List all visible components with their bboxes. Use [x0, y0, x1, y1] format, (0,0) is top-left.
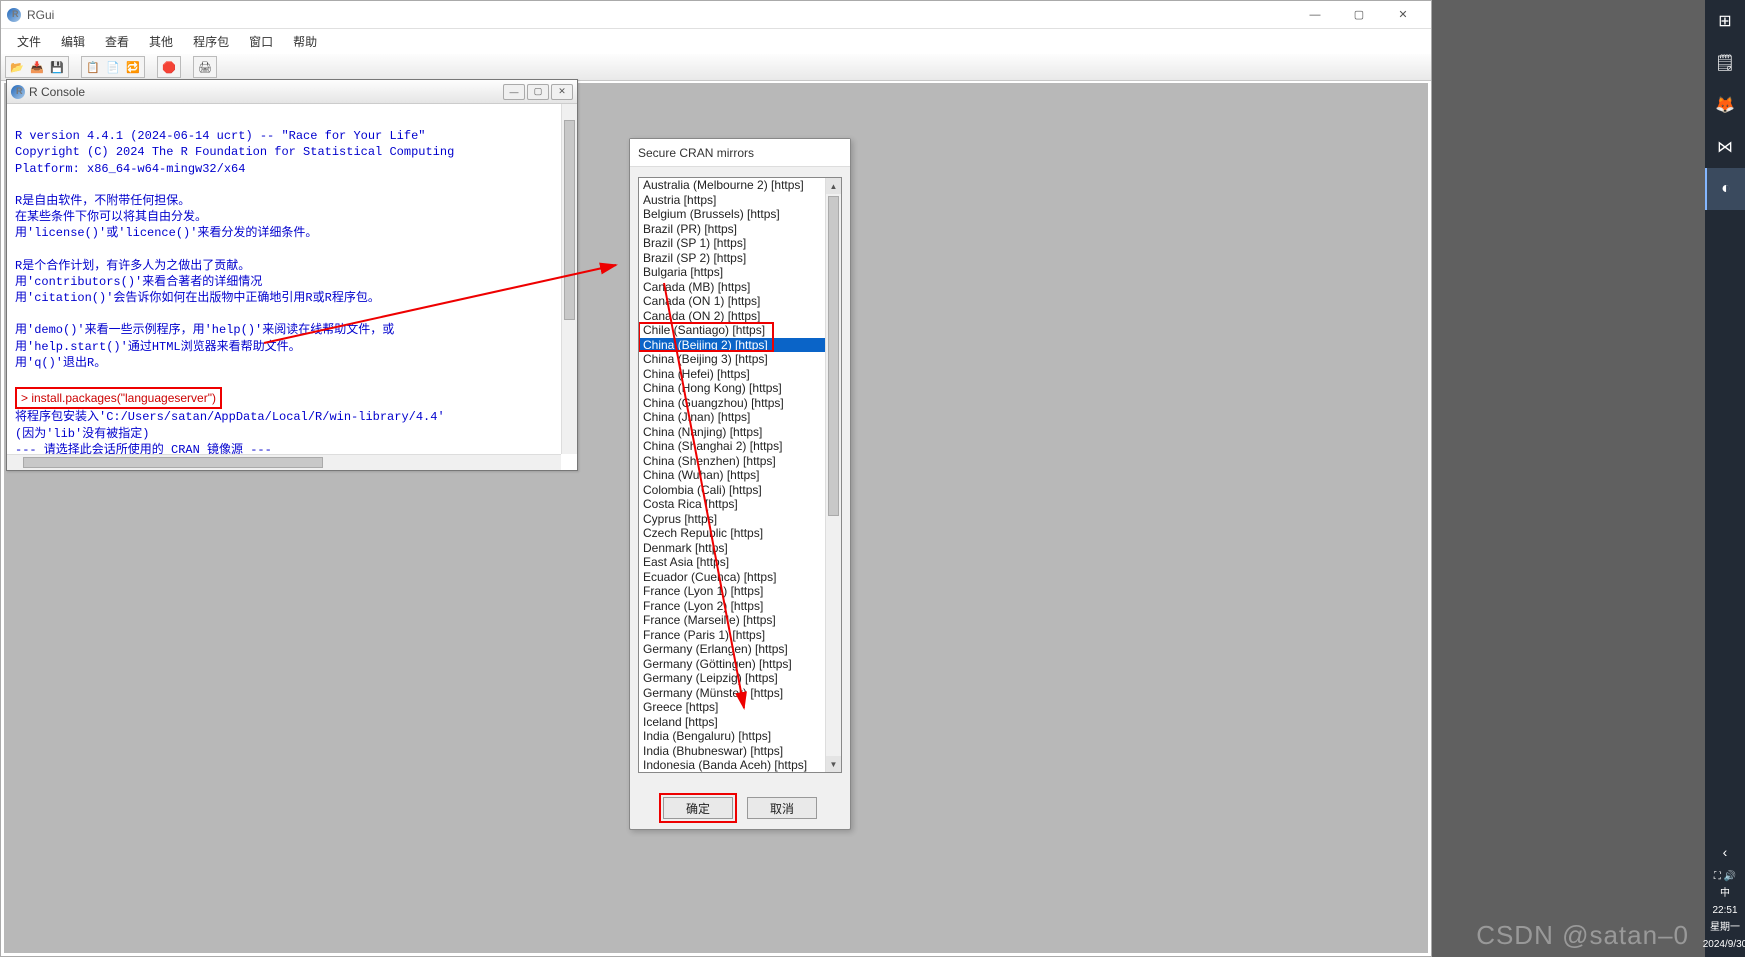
- mirror-list-item[interactable]: Ecuador (Cuenca) [https]: [639, 570, 825, 585]
- mirror-list-item[interactable]: Bulgaria [https]: [639, 265, 825, 280]
- r-console-icon: [11, 85, 25, 99]
- mirror-list-item[interactable]: China (Jinan) [https]: [639, 410, 825, 425]
- mirror-list-item[interactable]: India (Bhubneswar) [https]: [639, 744, 825, 759]
- clock-time[interactable]: 22:51: [1712, 904, 1737, 917]
- mirror-list-item[interactable]: Costa Rica [https]: [639, 497, 825, 512]
- menu-edit[interactable]: 编辑: [51, 31, 95, 52]
- vscode-icon[interactable]: ⋈: [1705, 126, 1745, 168]
- mirror-list-item[interactable]: Canada (ON 1) [https]: [639, 294, 825, 309]
- mirror-list-item[interactable]: France (Paris 1) [https]: [639, 628, 825, 643]
- copy-icon[interactable]: 📋: [83, 58, 103, 76]
- close-button[interactable]: ✕: [1381, 2, 1425, 28]
- stop-icon[interactable]: 🛑: [159, 58, 179, 76]
- console-title: R Console: [29, 85, 85, 99]
- scroll-down-icon[interactable]: ▼: [826, 756, 841, 772]
- mirror-list-item[interactable]: Denmark [https]: [639, 541, 825, 556]
- chevron-icon[interactable]: ‹: [1705, 838, 1745, 866]
- print-icon[interactable]: 🖨: [195, 58, 215, 76]
- cran-mirrors-dialog: Secure CRAN mirrors Australia (Melbourne…: [629, 138, 851, 830]
- ok-button[interactable]: 确定: [663, 797, 733, 819]
- rstudio-icon[interactable]: ◐: [1705, 168, 1745, 210]
- menu-misc[interactable]: 其他: [139, 31, 183, 52]
- console-output[interactable]: R version 4.4.1 (2024-06-14 ucrt) -- "Ra…: [7, 104, 577, 470]
- mirror-list-item[interactable]: East Asia [https]: [639, 555, 825, 570]
- mirror-list-item[interactable]: China (Hong Kong) [https]: [639, 381, 825, 396]
- console-maximize-button[interactable]: ▢: [527, 84, 549, 100]
- csdn-watermark: CSDN @satan–0: [1476, 920, 1689, 951]
- open-icon[interactable]: 📂: [7, 58, 27, 76]
- mirror-list-item[interactable]: China (Shanghai 2) [https]: [639, 439, 825, 454]
- menu-packages[interactable]: 程序包: [183, 31, 239, 52]
- menu-window[interactable]: 窗口: [239, 31, 283, 52]
- mirror-list-item[interactable]: China (Hefei) [https]: [639, 367, 825, 382]
- scrollbar-thumb[interactable]: [828, 196, 839, 516]
- mirror-list-item[interactable]: China (Beijing 3) [https]: [639, 352, 825, 367]
- mirror-list-item[interactable]: Austria [https]: [639, 193, 825, 208]
- mirror-list-item[interactable]: Brazil (PR) [https]: [639, 222, 825, 237]
- mirror-list-item[interactable]: Iceland [https]: [639, 715, 825, 730]
- list-vertical-scrollbar[interactable]: ▲ ▼: [825, 178, 841, 772]
- start-icon[interactable]: ⊞: [1705, 0, 1745, 42]
- r-console-window: R Console — ▢ ✕ R version 4.4.1 (2024-06…: [6, 79, 578, 471]
- minimize-button[interactable]: —: [1293, 2, 1337, 28]
- mirror-list-item[interactable]: China (Shenzhen) [https]: [639, 454, 825, 469]
- mirror-list-item[interactable]: Belgium (Brussels) [https]: [639, 207, 825, 222]
- mirror-list-item[interactable]: Indonesia (Banda Aceh) [https]: [639, 758, 825, 772]
- mirror-list-item[interactable]: France (Lyon 1) [https]: [639, 584, 825, 599]
- mirror-list-item[interactable]: Brazil (SP 1) [https]: [639, 236, 825, 251]
- dialog-title[interactable]: Secure CRAN mirrors: [630, 139, 850, 167]
- mirror-listbox[interactable]: Australia (Melbourne 2) [https]Austria […: [638, 177, 842, 773]
- scroll-up-icon[interactable]: ▲: [826, 178, 841, 194]
- mirror-list-item[interactable]: India (Bengaluru) [https]: [639, 729, 825, 744]
- console-horizontal-scrollbar[interactable]: [7, 454, 561, 470]
- mirror-list-item[interactable]: Colombia (Cali) [https]: [639, 483, 825, 498]
- maximize-button[interactable]: ▢: [1337, 2, 1381, 28]
- mirror-list-item[interactable]: France (Marseille) [https]: [639, 613, 825, 628]
- mirror-list-item[interactable]: China (Nanjing) [https]: [639, 425, 825, 440]
- clock-date: 2024/9/30: [1703, 938, 1745, 951]
- firefox-icon[interactable]: 🦊: [1705, 84, 1745, 126]
- mirror-list-item[interactable]: Chile (Santiago) [https]: [639, 323, 825, 338]
- rgui-main-window: RGui — ▢ ✕ 文件 编辑 查看 其他 程序包 窗口 帮助 📂📥💾 📋📄🔁…: [0, 0, 1432, 957]
- cancel-button[interactable]: 取消: [747, 797, 817, 819]
- console-minimize-button[interactable]: —: [503, 84, 525, 100]
- paste-icon[interactable]: 📄: [103, 58, 123, 76]
- mirror-list-item[interactable]: China (Beijing 2) [https]: [639, 338, 825, 353]
- mirror-list-item[interactable]: Germany (Leipzig) [https]: [639, 671, 825, 686]
- clock-day: 星期一: [1710, 921, 1740, 934]
- copypaste-icon[interactable]: 🔁: [123, 58, 143, 76]
- r-app-icon: [7, 8, 21, 22]
- console-vertical-scrollbar[interactable]: [561, 104, 577, 454]
- mirror-list-item[interactable]: Australia (Melbourne 2) [https]: [639, 178, 825, 193]
- mirror-list-item[interactable]: Brazil (SP 2) [https]: [639, 251, 825, 266]
- console-titlebar[interactable]: R Console — ▢ ✕: [7, 80, 577, 104]
- mirror-list-item[interactable]: France (Lyon 2) [https]: [639, 599, 825, 614]
- annotation-command-box: > install.packages("languageserver"): [15, 387, 222, 409]
- menu-help[interactable]: 帮助: [283, 31, 327, 52]
- menu-file[interactable]: 文件: [7, 31, 51, 52]
- ime-indicator[interactable]: 中: [1720, 887, 1730, 900]
- tray-icons[interactable]: ⛶ 🔊: [1714, 870, 1736, 883]
- mirror-list-item[interactable]: Germany (Göttingen) [https]: [639, 657, 825, 672]
- menu-view[interactable]: 查看: [95, 31, 139, 52]
- mirror-list-item[interactable]: Cyprus [https]: [639, 512, 825, 527]
- mirror-list-item[interactable]: Germany (Münster) [https]: [639, 686, 825, 701]
- windows-taskbar: ⊞🗒🦊⋈◐ ‹ ⛶ 🔊 中 22:51 星期一 2024/9/30: [1705, 0, 1745, 957]
- mirror-list-item[interactable]: Czech Republic [https]: [639, 526, 825, 541]
- mirror-list-item[interactable]: China (Guangzhou) [https]: [639, 396, 825, 411]
- load-icon[interactable]: 📥: [27, 58, 47, 76]
- mirror-list-item[interactable]: Canada (MB) [https]: [639, 280, 825, 295]
- mirror-list-item[interactable]: China (Wuhan) [https]: [639, 468, 825, 483]
- save-icon[interactable]: 💾: [47, 58, 67, 76]
- mirror-list-item[interactable]: Canada (ON 2) [https]: [639, 309, 825, 324]
- mirror-list-item[interactable]: Germany (Erlangen) [https]: [639, 642, 825, 657]
- rgui-titlebar[interactable]: RGui — ▢ ✕: [1, 1, 1431, 29]
- mdi-client-area: R Console — ▢ ✕ R version 4.4.1 (2024-06…: [4, 83, 1428, 953]
- menubar: 文件 编辑 查看 其他 程序包 窗口 帮助: [1, 29, 1431, 53]
- console-close-button[interactable]: ✕: [551, 84, 573, 100]
- window-title: RGui: [27, 8, 54, 22]
- sticky-notes-icon[interactable]: 🗒: [1705, 42, 1745, 84]
- mirror-list-item[interactable]: Greece [https]: [639, 700, 825, 715]
- toolbar: 📂📥💾 📋📄🔁 🛑 🖨: [1, 53, 1431, 81]
